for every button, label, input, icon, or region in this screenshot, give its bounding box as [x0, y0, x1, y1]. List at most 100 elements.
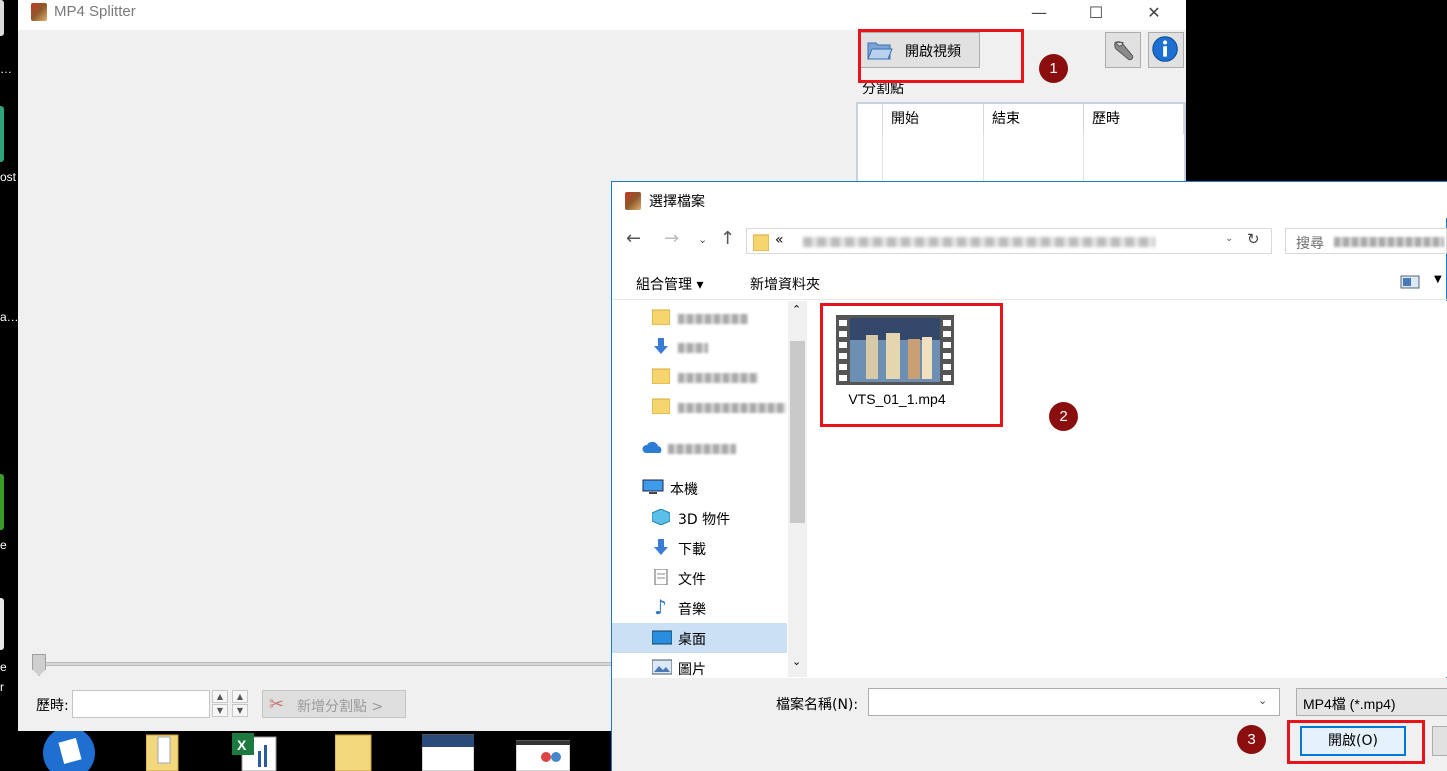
annotation-highlight-open-button: [1287, 720, 1425, 764]
desktop-icon: [652, 630, 672, 645]
main-titlebar[interactable]: MP4 Splitter — ☐ ✕: [18, 0, 1186, 30]
spin-down-button[interactable]: ▼: [232, 704, 248, 717]
desktop-label: r: [0, 680, 4, 694]
desktop-label: ost: [0, 170, 17, 184]
view-dropdown-icon[interactable]: ▼: [1434, 274, 1442, 285]
nav-label: 文件: [678, 572, 706, 588]
cancel-button[interactable]: [1432, 726, 1447, 756]
address-dropdown-icon[interactable]: ⌄: [1225, 233, 1233, 244]
document-thumbnail-icon[interactable]: [421, 731, 475, 771]
nav-item-folder[interactable]: [612, 392, 787, 422]
window-title: MP4 Splitter: [54, 3, 136, 20]
about-button[interactable]: [1148, 32, 1184, 68]
minimize-button[interactable]: —: [1016, 0, 1062, 30]
nav-item-onedrive[interactable]: [612, 433, 787, 463]
nav-label: 下載: [678, 542, 706, 558]
folder-icon: [652, 309, 670, 325]
nav-item-downloads[interactable]: 下載: [612, 533, 787, 563]
nav-label: 桌面: [678, 632, 706, 648]
excel-icon[interactable]: X: [232, 731, 278, 771]
forward-arrow-icon[interactable]: →: [664, 228, 679, 249]
duration-input[interactable]: [72, 690, 210, 718]
spin-up-button[interactable]: ▲: [212, 690, 228, 703]
taskbar-app-icon[interactable]: [40, 727, 98, 771]
filename-input[interactable]: [868, 688, 1280, 716]
back-arrow-icon[interactable]: ←: [626, 228, 641, 249]
search-placeholder: 搜尋: [1296, 236, 1324, 252]
nav-item-folder[interactable]: [612, 303, 787, 333]
info-icon: [1152, 36, 1178, 62]
nav-item-documents[interactable]: 文件: [612, 563, 787, 593]
scrollbar-thumb[interactable]: [790, 341, 805, 523]
wrench-icon: [1113, 41, 1134, 61]
search-scope-redacted: [1334, 237, 1444, 247]
pictures-icon: [652, 659, 672, 675]
cube-icon: [652, 509, 670, 525]
organize-menu[interactable]: 組合管理 ▾: [636, 274, 703, 294]
desktop-tile[interactable]: [0, 106, 4, 162]
up-arrow-icon[interactable]: ↑: [720, 228, 735, 249]
timeline-track[interactable]: [32, 662, 632, 666]
refresh-icon[interactable]: ↻: [1247, 230, 1260, 248]
document-icon: [654, 569, 668, 585]
new-folder-button[interactable]: 新增資料夾: [750, 274, 820, 294]
annotation-badge-1: 1: [1039, 54, 1068, 83]
nav-pane-scrollbar[interactable]: ⌃ ⌄: [788, 301, 807, 677]
app-icon: [625, 192, 641, 210]
computer-icon: [642, 479, 664, 494]
settings-button[interactable]: [1105, 32, 1141, 68]
filetype-select[interactable]: MP4檔 (*.mp4): [1296, 688, 1447, 716]
dialog-toolbar: 組合管理 ▾ 新增資料夾 ▼: [612, 264, 1447, 300]
maximize-button[interactable]: ☐: [1073, 0, 1119, 30]
search-box[interactable]: 搜尋: [1285, 228, 1447, 254]
scroll-down-icon[interactable]: ⌄: [792, 655, 801, 668]
nav-item-music[interactable]: ♪ 音樂: [612, 593, 787, 623]
taskbar-folder-icon[interactable]: [334, 731, 375, 771]
nav-item-3d-objects[interactable]: 3D 物件: [612, 503, 787, 533]
dialog-titlebar[interactable]: 選擇檔案: [612, 182, 1447, 218]
filetype-value: MP4檔 (*.mp4): [1303, 696, 1396, 712]
navigation-pane: 本機 3D 物件 下載 文件 ♪ 音樂 桌面 圖片: [612, 301, 807, 678]
taskbar-folder-icon[interactable]: [145, 731, 182, 771]
desktop-label: e: [0, 660, 7, 674]
nav-item-this-pc[interactable]: 本機: [612, 473, 787, 503]
download-icon: [654, 539, 668, 555]
dialog-title: 選擇檔案: [649, 194, 705, 210]
desktop-label: a…: [0, 310, 19, 324]
desktop-label: …: [0, 62, 12, 76]
document-thumbnail-icon[interactable]: [515, 731, 571, 771]
desktop-tile[interactable]: [0, 474, 4, 530]
folder-icon: [652, 398, 670, 414]
music-icon: ♪: [654, 595, 667, 619]
nav-label-redacted: [678, 373, 758, 383]
nav-label: 音樂: [678, 602, 706, 618]
folder-icon: [652, 368, 670, 384]
split-points-table[interactable]: 開始 結束 歷時: [856, 102, 1186, 192]
add-split-button[interactable]: ✂ 新增分割點 >: [262, 690, 406, 718]
download-icon: [654, 338, 668, 354]
filename-dropdown-icon[interactable]: ⌄: [1258, 694, 1267, 707]
nav-item-desktop[interactable]: 桌面: [612, 623, 787, 653]
recent-chevron-icon[interactable]: ⌄: [698, 233, 707, 246]
close-button[interactable]: ✕: [1131, 0, 1177, 30]
scissors-icon: ✂: [269, 694, 285, 715]
spin-up-button[interactable]: ▲: [232, 690, 248, 703]
desktop-tile: [0, 0, 4, 36]
nav-item-download[interactable]: [612, 332, 787, 362]
nav-label: 本機: [670, 482, 698, 498]
nav-label: 3D 物件: [678, 512, 731, 528]
annotation-badge-3: 3: [1237, 725, 1266, 754]
file-open-dialog: 選擇檔案 ← → ⌄ ↑ « ⌄ ↻ 搜尋 組合管理 ▾ 新增資料夾 ▼ 本機 …: [611, 181, 1447, 771]
annotation-highlight-open-video: [858, 29, 1024, 83]
timeline-slider-handle[interactable]: [32, 654, 46, 676]
scroll-up-icon[interactable]: ⌃: [792, 303, 801, 316]
navigation-bar: ← → ⌄ ↑ « ⌄ ↻ 搜尋: [612, 220, 1447, 260]
view-options-icon[interactable]: [1400, 274, 1420, 290]
address-bar[interactable]: « ⌄ ↻: [746, 228, 1272, 254]
table-header: [858, 104, 883, 134]
spin-down-button[interactable]: ▼: [212, 704, 228, 717]
nav-item-folder[interactable]: [612, 362, 787, 392]
app-icon: [31, 3, 47, 21]
desktop-tile[interactable]: [0, 598, 4, 650]
duration-label: 歷時:: [36, 698, 69, 714]
